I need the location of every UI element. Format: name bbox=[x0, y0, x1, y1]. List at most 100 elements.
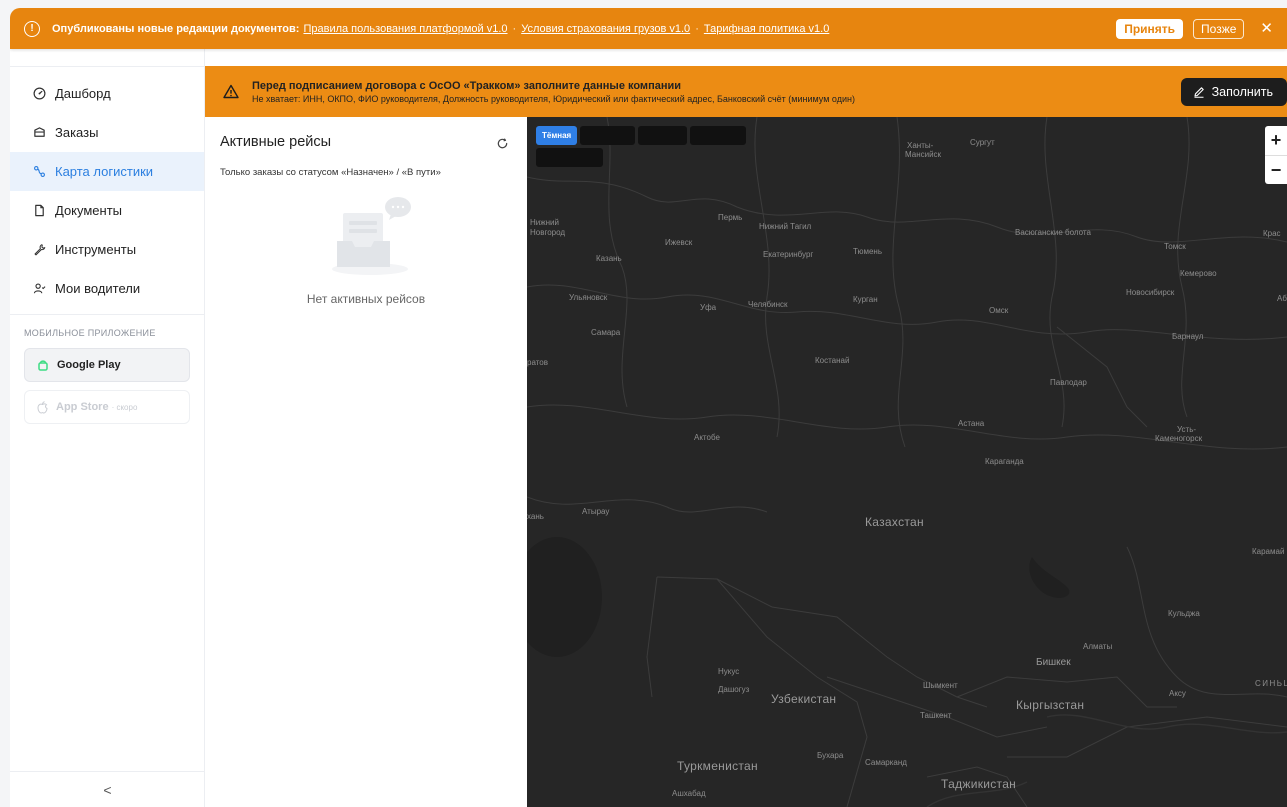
android-icon bbox=[37, 359, 49, 372]
city-label: Караганда bbox=[985, 457, 1024, 466]
sidebar-item-logistics-map[interactable]: Карта логистики bbox=[10, 152, 204, 191]
map-style-button[interactable] bbox=[638, 126, 688, 145]
app-window: ! Опубликованы новые редакции документов… bbox=[10, 8, 1287, 807]
mobile-app-label: МОБИЛЬНОЕ ПРИЛОЖЕНИЕ bbox=[24, 328, 156, 338]
route-icon bbox=[32, 165, 46, 179]
city-label: Екатеринбург bbox=[763, 250, 814, 259]
city-label: Павлодар bbox=[1050, 378, 1087, 387]
map-style-button[interactable] bbox=[536, 148, 603, 167]
city-label: Бишкек bbox=[1036, 657, 1071, 668]
close-icon[interactable]: ✕ bbox=[1260, 21, 1273, 36]
city-label: Шымкент bbox=[923, 681, 958, 690]
map-style-button[interactable] bbox=[580, 126, 636, 145]
sidebar-item-tools[interactable]: Инструменты bbox=[10, 230, 204, 269]
accept-button[interactable]: Принять bbox=[1116, 18, 1184, 39]
fill-company-data-button[interactable]: Заполнить bbox=[1180, 77, 1287, 106]
city-label: Бухара bbox=[817, 751, 844, 760]
city-label: Ашхабад bbox=[672, 789, 706, 798]
country-label: Узбекистан bbox=[771, 692, 837, 706]
city-label: Уфа bbox=[700, 303, 717, 312]
city-label: Дашогуз bbox=[718, 685, 750, 694]
city-label: Барнаул bbox=[1172, 332, 1204, 341]
logo-area bbox=[10, 49, 204, 67]
city-label: Карамай bbox=[1252, 547, 1285, 556]
city-label: Ханты- bbox=[907, 141, 934, 150]
city-label: Крас bbox=[1263, 229, 1281, 238]
warning-text: Перед подписанием договора с ОсОО «Тракк… bbox=[252, 80, 855, 104]
sidebar-item-label: Инструменты bbox=[55, 242, 137, 257]
logistics-map[interactable]: Тёмная + − Ханты- Мансийск Сургут Пермь … bbox=[527, 117, 1287, 807]
separator: · bbox=[695, 22, 699, 35]
city-label: Нукус bbox=[718, 667, 740, 676]
city-label: хань bbox=[527, 512, 544, 521]
sidebar-item-label: Дашборд bbox=[55, 86, 111, 101]
city-label: Актобе bbox=[694, 433, 720, 442]
country-label: Казахстан bbox=[865, 515, 924, 529]
city-label: Курган bbox=[853, 295, 878, 304]
separator: · bbox=[512, 22, 517, 35]
city-label: Челябинск bbox=[748, 300, 788, 309]
rules-link[interactable]: Правила пользования платформой v1.0 bbox=[303, 23, 507, 35]
tariff-link[interactable]: Тарифная политика v1.0 bbox=[704, 23, 829, 35]
notification-lead: Опубликованы новые редакции документов: bbox=[52, 22, 300, 35]
info-icon: ! bbox=[24, 20, 40, 37]
city-label: Кемерово bbox=[1180, 269, 1217, 278]
city-label: Мансийск bbox=[905, 150, 942, 159]
map-style-dark-button[interactable]: Тёмная bbox=[536, 126, 578, 145]
document-update-notification: ! Опубликованы новые редакции документов… bbox=[10, 8, 1287, 49]
city-label: Казань bbox=[596, 254, 622, 263]
city-label: Новосибирск bbox=[1126, 288, 1175, 297]
warning-details: Не хватает: ИНН, ОКПО, ФИО руководителя,… bbox=[252, 93, 855, 104]
later-button[interactable]: Позже bbox=[1193, 18, 1245, 39]
city-label: Васюганские болота bbox=[1015, 228, 1091, 237]
box-icon bbox=[32, 126, 46, 140]
google-play-label: Google Play bbox=[57, 359, 121, 371]
warning-title: Перед подписанием договора с ОсОО «Тракк… bbox=[252, 79, 681, 92]
city-label: Атырау bbox=[582, 507, 610, 516]
country-label: Таджикистан bbox=[941, 777, 1017, 791]
city-label: Нижний bbox=[530, 218, 559, 227]
city-label: Томск bbox=[1164, 242, 1186, 251]
gauge-icon bbox=[32, 87, 46, 101]
pencil-icon bbox=[1193, 86, 1205, 98]
region-label: СИНЬЦЗ bbox=[1255, 679, 1287, 688]
country-label: Туркменистан bbox=[677, 759, 758, 773]
empty-inbox-icon bbox=[325, 191, 425, 286]
city-label: Костанай bbox=[815, 356, 850, 365]
city-label: Тюмень bbox=[853, 247, 882, 256]
app-store-label: App Store bbox=[56, 401, 109, 413]
sidebar-item-documents[interactable]: Документы bbox=[10, 191, 204, 230]
city-label: Каменогорск bbox=[1155, 434, 1203, 443]
trips-title: Активные рейсы bbox=[220, 134, 332, 150]
zoom-in-button[interactable]: + bbox=[1265, 126, 1287, 155]
city-label: Самара bbox=[591, 328, 621, 337]
apple-icon bbox=[37, 400, 48, 414]
collapse-sidebar-button[interactable]: < bbox=[10, 771, 205, 807]
city-label: Самарканд bbox=[865, 758, 907, 767]
zoom-out-button[interactable]: − bbox=[1265, 155, 1287, 184]
map-borders bbox=[527, 117, 1287, 807]
refresh-icon[interactable] bbox=[493, 134, 511, 152]
city-label: Ижевск bbox=[665, 238, 693, 247]
chevron-left-icon: < bbox=[103, 781, 112, 798]
sidebar: Дашборд Заказы Карта логистики Документы bbox=[10, 49, 205, 807]
sidebar-item-dashboard[interactable]: Дашборд bbox=[10, 74, 204, 113]
app-store-soon: · скоро bbox=[111, 402, 138, 412]
zoom-controls: + − bbox=[1265, 126, 1287, 184]
warning-icon bbox=[223, 84, 239, 99]
city-label: Астана bbox=[958, 419, 985, 428]
drivers-icon bbox=[32, 282, 46, 296]
google-play-button[interactable]: Google Play bbox=[24, 348, 190, 382]
company-data-warning: Перед подписанием договора с ОсОО «Тракк… bbox=[205, 66, 1287, 117]
insurance-link[interactable]: Условия страхования грузов v1.0 bbox=[521, 23, 690, 35]
country-label: Кыргызстан bbox=[1016, 698, 1085, 712]
city-label: Пермь bbox=[718, 213, 743, 222]
city-label: Ульяновск bbox=[569, 293, 608, 302]
city-label: Ташкент bbox=[920, 711, 952, 720]
sidebar-item-orders[interactable]: Заказы bbox=[10, 113, 204, 152]
city-label: ратов bbox=[527, 358, 548, 367]
sidebar-item-drivers[interactable]: Мои водители bbox=[10, 269, 204, 308]
document-icon bbox=[32, 204, 46, 218]
map-style-button[interactable] bbox=[690, 126, 747, 145]
city-label: Новгород bbox=[530, 228, 566, 237]
